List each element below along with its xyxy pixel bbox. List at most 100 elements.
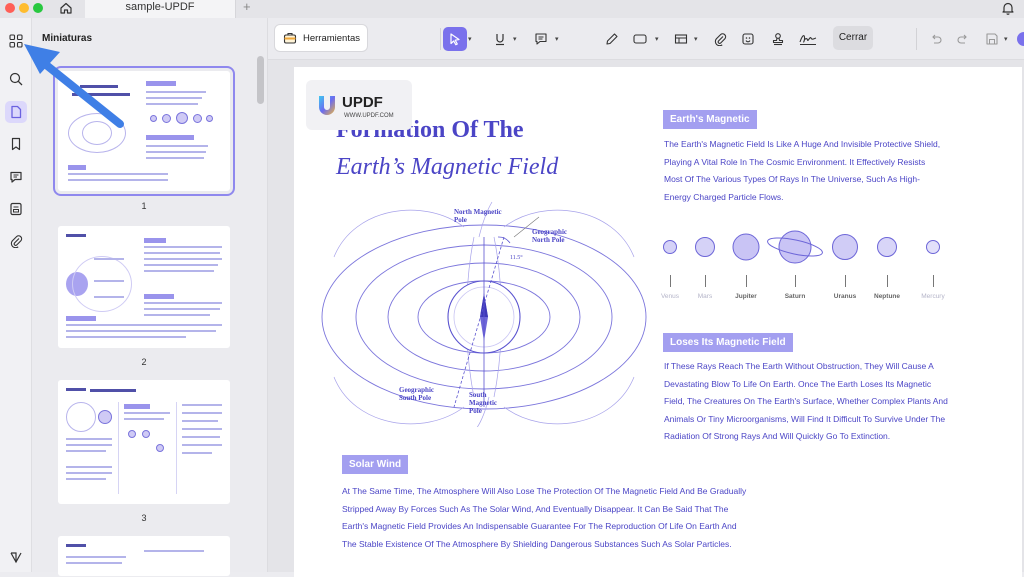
thumbnails-scrollbar[interactable] [257, 56, 264, 104]
planet-label: Saturn [784, 293, 806, 300]
pen-icon [606, 33, 618, 45]
paperclip-icon [10, 235, 23, 248]
undo-button[interactable] [924, 27, 948, 51]
signature-tool-button[interactable] [796, 27, 820, 51]
page-number-1: 1 [141, 201, 147, 211]
north-magnetic-pole-label: North Magnetic Pole [454, 208, 502, 224]
page-number-3: 3 [141, 513, 147, 523]
layers-button[interactable] [5, 546, 27, 568]
document-title-line2: Earth’s Magnetic Field [336, 154, 559, 180]
planet-label: Neptune [874, 293, 900, 300]
thumbnails-panel: Miniaturas 1 2 3 [32, 18, 268, 576]
attachment-tool-button[interactable] [708, 27, 732, 51]
logo-name: UPDF [342, 94, 383, 111]
page-thumbnail-3[interactable] [58, 380, 230, 504]
toolbox-icon [283, 32, 297, 44]
add-tab-button[interactable]: + [243, 0, 251, 14]
rectangle-icon [633, 34, 647, 44]
sticker-tool-button[interactable] [736, 27, 760, 51]
document-tab[interactable]: sample-UPDF [85, 0, 236, 18]
underline-icon [496, 34, 504, 46]
planet-venus [663, 240, 677, 254]
shape-tool-button[interactable] [628, 27, 652, 51]
form-icon [10, 202, 22, 216]
close-window-button[interactable] [5, 3, 15, 13]
cursor-arrow-icon [450, 33, 460, 46]
search-button[interactable] [5, 68, 27, 90]
section-body-magnetic: The Earth's Magnetic Field Is Like A Hug… [664, 139, 941, 202]
section-heading-loses-field: Loses Its Magnetic Field [663, 333, 793, 352]
angle-label: 11.5° [510, 254, 523, 261]
page-thumbnail-1[interactable] [53, 66, 235, 196]
tools-button[interactable]: Herramientas [274, 24, 368, 52]
minimize-window-button[interactable] [19, 3, 29, 13]
search-icon [9, 72, 23, 86]
redo-icon [957, 34, 967, 44]
underline-tool-button[interactable] [488, 27, 512, 51]
planet-mercury [926, 240, 940, 254]
planet-uranus [832, 234, 858, 260]
chevron-down-icon[interactable]: ▾ [1004, 35, 1008, 43]
pdf-page: Formation Of The Earth’s Magnetic Field … [294, 67, 1022, 577]
table-icon [674, 34, 688, 44]
section-heading-magnetic: Earth's Magnetic [663, 110, 757, 129]
stamp-icon [772, 33, 784, 46]
planet-jupiter [732, 233, 760, 261]
logo-url: WWW.UPDF.COM [344, 113, 394, 119]
toolbar-separator [440, 28, 441, 50]
signature-icon [799, 35, 817, 45]
redo-button[interactable] [951, 27, 975, 51]
page-thumbnail-2[interactable] [58, 226, 230, 348]
section-body-loses-field: If These Rays Reach The Earth Without Ob… [664, 361, 948, 441]
text-comment-tool-button[interactable] [529, 27, 553, 51]
save-icon [986, 33, 998, 45]
bell-icon[interactable] [1000, 0, 1016, 16]
south-magnetic-pole-label: South Magnetic Pole [469, 391, 497, 415]
forms-button[interactable] [5, 198, 27, 220]
sticker-icon [742, 33, 754, 45]
window-titlebar: sample-UPDF + [0, 0, 1024, 18]
bookmark-icon [11, 137, 21, 151]
close-toolbar-button[interactable]: Cerrar [833, 26, 873, 50]
toolbar-separator [916, 28, 917, 50]
geographic-south-pole-label: Geographic South Pole [399, 386, 434, 402]
thumbnails-panel-title: Miniaturas [42, 33, 93, 44]
annotation-toolbar: Herramientas ▾ ▾ ▾ ▾ ▾ Cerrar ▾ [268, 18, 1024, 60]
chevron-down-icon[interactable]: ▾ [468, 35, 472, 43]
section-body-solar-wind: At The Same Time, The Atmosphere Will Al… [342, 486, 747, 549]
text-comment-icon [535, 33, 547, 45]
geographic-north-pole-label: Geographic North Pole [532, 228, 567, 244]
save-button[interactable] [980, 27, 1004, 51]
comments-button[interactable] [5, 166, 27, 188]
document-tab-title: sample-UPDF [125, 1, 195, 13]
home-icon[interactable] [58, 0, 74, 16]
document-canvas[interactable]: Formation Of The Earth’s Magnetic Field … [268, 60, 1024, 577]
comment-icon [10, 171, 22, 183]
grid-icon [9, 34, 23, 48]
chevron-down-icon[interactable]: ▾ [694, 35, 698, 43]
select-tool-button[interactable] [443, 27, 467, 51]
page-number-2: 2 [141, 357, 147, 367]
paperclip-icon [714, 33, 727, 46]
page-icon [11, 105, 22, 119]
planets-diagram: Venus Mars Jupiter Saturn Uranus Neptune… [654, 227, 954, 307]
chevron-down-icon[interactable]: ▾ [655, 35, 659, 43]
stamp-area-tool-button[interactable] [669, 27, 693, 51]
more-options-icon[interactable] [1017, 32, 1024, 46]
pen-tool-button[interactable] [600, 27, 624, 51]
planet-label: Jupiter [735, 293, 757, 300]
thumbnails-toggle-button[interactable] [5, 30, 27, 52]
chevron-down-icon[interactable]: ▾ [555, 35, 559, 43]
section-heading-solar-wind: Solar Wind [342, 455, 409, 474]
bookmarks-button[interactable] [5, 133, 27, 155]
undo-icon [932, 34, 942, 44]
stamp-tool-button[interactable] [766, 27, 790, 51]
tools-button-label: Herramientas [303, 32, 361, 44]
chevron-down-icon[interactable]: ▾ [513, 35, 517, 43]
layers-icon [10, 552, 22, 564]
attachments-button[interactable] [5, 230, 27, 252]
planet-neptune [877, 237, 897, 257]
reader-mode-button[interactable] [5, 101, 27, 123]
page-thumbnail-4[interactable] [58, 536, 230, 576]
zoom-window-button[interactable] [33, 3, 43, 13]
